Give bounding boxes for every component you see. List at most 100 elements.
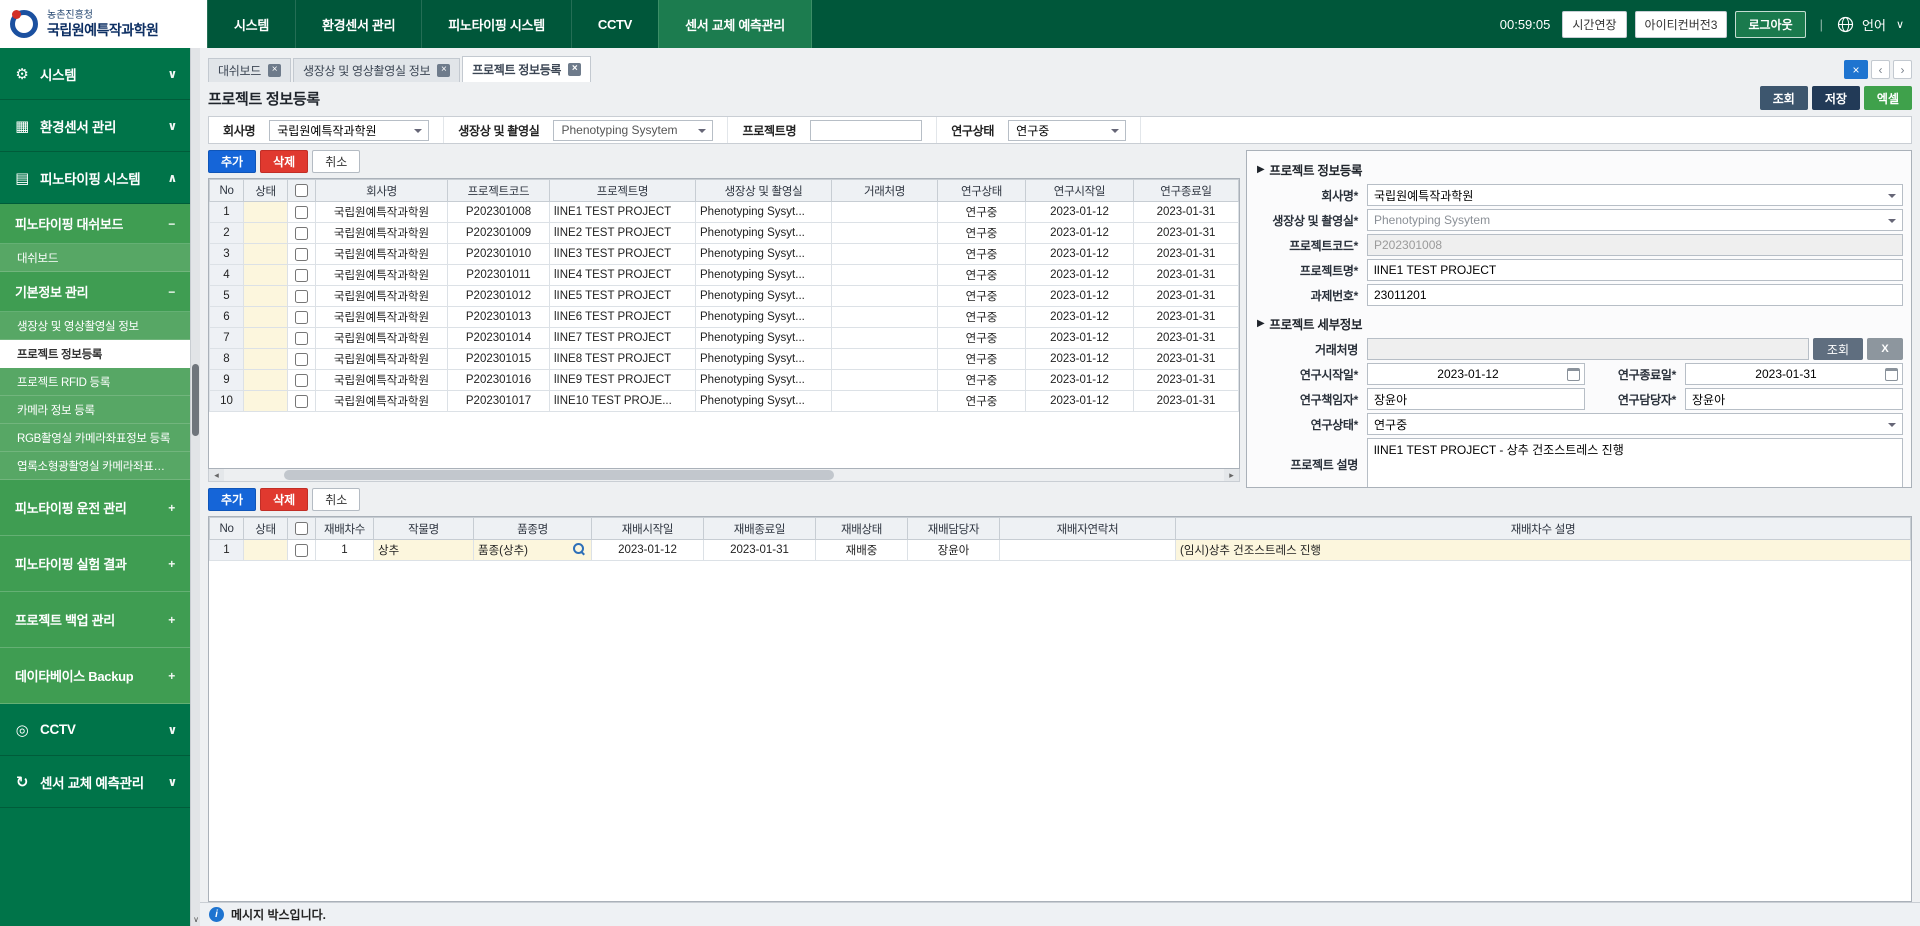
row-checkbox[interactable] [295,311,308,324]
account-button[interactable]: 아이티컨버전3 [1635,11,1728,38]
table-row-6[interactable]: 7국립원예특작과학원P202301014lINE7 TEST PROJECTPh… [210,328,1239,349]
table-row-4[interactable]: 5국립원예특작과학원P202301012lINE5 TEST PROJECTPh… [210,286,1239,307]
logout-button[interactable]: 로그아웃 [1735,11,1805,38]
sidebar-item-7[interactable]: 프로젝트 정보등록 [0,340,190,368]
header-checkbox[interactable] [295,184,308,197]
table-row-3[interactable]: 4국립원예특작과학원P202301011lINE4 TEST PROJECTPh… [210,265,1239,286]
sidebar-item-4[interactable]: 대쉬보드 [0,244,190,272]
row-checkbox[interactable] [295,290,308,303]
scroll-right-arrow[interactable]: ▸ [1224,469,1239,481]
horizontal-scrollbar[interactable]: ◂ ▸ [208,469,1240,482]
client-clear-button[interactable]: X [1867,338,1903,360]
sidebar-scroll-down-icon[interactable]: ∨ [191,915,201,924]
sidebar-scrollbar[interactable]: ∨ [190,48,200,926]
tab-2[interactable]: 프로젝트 정보등록× [462,56,591,82]
row-checkbox[interactable] [295,374,308,387]
sidebar-item-6[interactable]: 생장상 및 영상촬영실 정보 [0,312,190,340]
research-status-select[interactable]: 연구중 [1367,413,1903,435]
excel-button[interactable]: 엑셀 [1864,86,1912,110]
table-row-8[interactable]: 9국립원예특작과학원P202301016lINE9 TEST PROJECTPh… [210,370,1239,391]
sidebar-item-1[interactable]: ▦환경센서 관리∨ [0,100,190,152]
sidebar-item-3[interactable]: 피노타이핑 대쉬보드− [0,204,190,244]
tab-close-icon[interactable]: × [568,63,581,76]
close-all-tabs-button[interactable]: × [1844,60,1868,79]
project-name-input[interactable] [810,120,922,141]
sidebar-item-17[interactable]: ↻센서 교체 예측관리∨ [0,756,190,808]
sidebar-item-13[interactable]: 피노타이핑 실험 결과+ [0,536,190,592]
delete-project-button[interactable]: 삭제 [260,150,308,173]
scrollbar-track[interactable] [224,469,1224,481]
row-checkbox[interactable] [295,206,308,219]
top-nav-item-4[interactable]: 센서 교체 예측관리 [658,0,812,48]
sidebar-item-16[interactable]: ◎CCTV∨ [0,704,190,756]
extend-time-button[interactable]: 시간연장 [1562,11,1626,38]
tab-close-icon[interactable]: × [437,64,450,77]
row-checkbox[interactable] [295,248,308,261]
project-description-textarea[interactable]: lINE1 TEST PROJECT - 상추 건조스트레스 진행 [1367,438,1903,488]
top-nav-item-3[interactable]: CCTV [571,0,658,48]
table-row-2[interactable]: 3국립원예특작과학원P202301010lINE3 TEST PROJECTPh… [210,244,1239,265]
tab-prev-button[interactable]: ‹ [1871,60,1890,79]
sidebar-item-12[interactable]: 피노타이핑 운전 관리+ [0,480,190,536]
sidebar-item-11[interactable]: 엽록소형광촬영실 카메라좌표정보 등록 [0,452,190,480]
table-row-1[interactable]: 2국립원예특작과학원P202301009lINE2 TEST PROJECTPh… [210,223,1239,244]
research-manager-input[interactable]: 장윤아 [1685,388,1903,410]
logo-block[interactable]: 농촌진흥청 국립원예특작과학원 [0,0,207,48]
sidebar-item-5[interactable]: 기본정보 관리− [0,272,190,312]
header-divider: | [1820,17,1823,32]
chamber-select[interactable]: Phenotyping Sysytem [1367,209,1903,231]
add-cultivation-button[interactable]: 추가 [208,488,256,511]
cancel-project-button[interactable]: 취소 [312,150,360,173]
company-filter-select[interactable]: 국립원예특작과학원 [269,120,429,141]
start-date-input[interactable]: 2023-01-12 [1367,363,1585,385]
magnifier-icon[interactable] [573,543,586,556]
sidebar-item-0[interactable]: ⚙시스템∨ [0,48,190,100]
globe-icon[interactable] [1837,16,1854,33]
cell: 국립원예특작과학원 [316,223,448,244]
sidebar-item-8[interactable]: 프로젝트 RFID 등록 [0,368,190,396]
cancel-cultivation-button[interactable]: 취소 [312,488,360,511]
top-nav-item-0[interactable]: 시스템 [207,0,295,48]
delete-cultivation-button[interactable]: 삭제 [260,488,308,511]
sidebar-item-14[interactable]: 프로젝트 백업 관리+ [0,592,190,648]
add-project-button[interactable]: 추가 [208,150,256,173]
row-checkbox[interactable] [295,395,308,408]
table-row-9[interactable]: 10국립원예특작과학원P202301017lINE10 TEST PROJE..… [210,391,1239,412]
tab-1[interactable]: 생장상 및 영상촬영실 정보× [293,58,460,82]
project-name-field[interactable]: lINE1 TEST PROJECT [1367,259,1903,281]
top-nav-item-2[interactable]: 피노타이핑 시스템 [421,0,571,48]
sidebar-scrollbar-thumb[interactable] [192,364,199,436]
sidebar-item-15[interactable]: 데이타베이스 Backup+ [0,648,190,704]
chamber-filter-select[interactable]: Phenotyping Sysytem [553,120,713,141]
tab-0[interactable]: 대쉬보드× [208,58,291,82]
end-date-input[interactable]: 2023-01-31 [1685,363,1903,385]
calendar-icon[interactable] [1885,368,1898,381]
table-row-7[interactable]: 8국립원예특작과학원P202301015lINE8 TEST PROJECTPh… [210,349,1239,370]
row-checkbox[interactable] [295,353,308,366]
calendar-icon[interactable] [1567,368,1580,381]
status-filter-select[interactable]: 연구중 [1008,120,1126,141]
inquiry-button[interactable]: 조회 [1760,86,1808,110]
row-checkbox[interactable] [295,332,308,345]
header-checkbox[interactable] [295,522,308,535]
scrollbar-thumb[interactable] [284,470,834,480]
tab-close-icon[interactable]: × [268,64,281,77]
top-nav-item-1[interactable]: 환경센서 관리 [295,0,421,48]
row-checkbox[interactable] [295,269,308,282]
row-checkbox[interactable] [295,544,308,557]
table-row-5[interactable]: 6국립원예특작과학원P202301013lINE6 TEST PROJECTPh… [210,307,1239,328]
sidebar-item-2[interactable]: ▤피노타이핑 시스템∧ [0,152,190,204]
task-number-input[interactable]: 23011201 [1367,284,1903,306]
language-caret-icon[interactable]: ∨ [1896,18,1904,31]
company-select[interactable]: 국립원예특작과학원 [1367,184,1903,206]
row-checkbox[interactable] [295,227,308,240]
tab-next-button[interactable]: › [1893,60,1912,79]
client-search-button[interactable]: 조회 [1813,338,1863,360]
table-row-0[interactable]: 1국립원예특작과학원P202301008lINE1 TEST PROJECTPh… [210,202,1239,223]
research-lead-input[interactable]: 장윤아 [1367,388,1585,410]
table-row-0[interactable]: 11상추품종(상추)2023-01-122023-01-31재배중장윤아(임시)… [210,540,1911,561]
scroll-left-arrow[interactable]: ◂ [209,469,224,481]
sidebar-item-10[interactable]: RGB촬영실 카메라좌표정보 등록 [0,424,190,452]
save-button[interactable]: 저장 [1812,86,1860,110]
sidebar-item-9[interactable]: 카메라 정보 등록 [0,396,190,424]
